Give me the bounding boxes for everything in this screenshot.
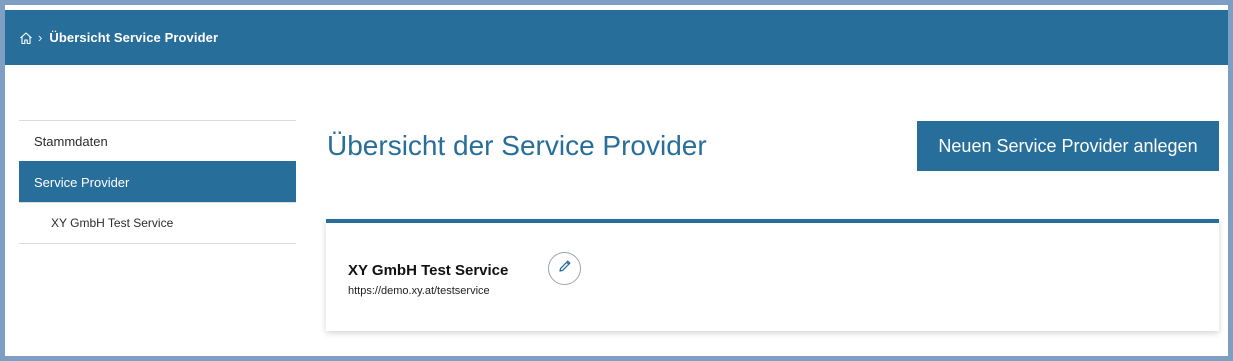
home-icon[interactable] bbox=[19, 31, 33, 45]
sidebar-item-label: Stammdaten bbox=[34, 133, 108, 149]
edit-provider-button[interactable] bbox=[548, 252, 581, 285]
sidebar-item-service-provider[interactable]: Service Provider bbox=[19, 161, 296, 202]
sidebar-item-stammdaten[interactable]: Stammdaten bbox=[19, 120, 296, 161]
sidebar-item-label: Service Provider bbox=[34, 174, 130, 190]
provider-url: https://demo.xy.at/testservice bbox=[348, 285, 490, 297]
breadcrumb-current: Übersicht Service Provider bbox=[49, 30, 219, 45]
breadcrumb-separator: › bbox=[38, 30, 43, 45]
header-bar: › Übersicht Service Provider bbox=[5, 10, 1228, 65]
provider-card: XY GmbH Test Service https://demo.xy.at/… bbox=[326, 219, 1219, 331]
sidebar-item-label: XY GmbH Test Service bbox=[51, 216, 174, 230]
provider-name: XY GmbH Test Service bbox=[348, 262, 509, 279]
sidebar-item-xy-gmbh-test-service[interactable]: XY GmbH Test Service bbox=[19, 202, 296, 243]
sidebar: Stammdaten Service Provider XY GmbH Test… bbox=[19, 120, 296, 244]
page-title: Übersicht der Service Provider bbox=[327, 130, 707, 161]
pencil-icon bbox=[557, 258, 573, 279]
sidebar-divider bbox=[19, 243, 296, 244]
new-service-provider-button[interactable]: Neuen Service Provider anlegen bbox=[917, 121, 1219, 171]
app-frame: › Übersicht Service Provider Stammdaten … bbox=[5, 5, 1228, 356]
